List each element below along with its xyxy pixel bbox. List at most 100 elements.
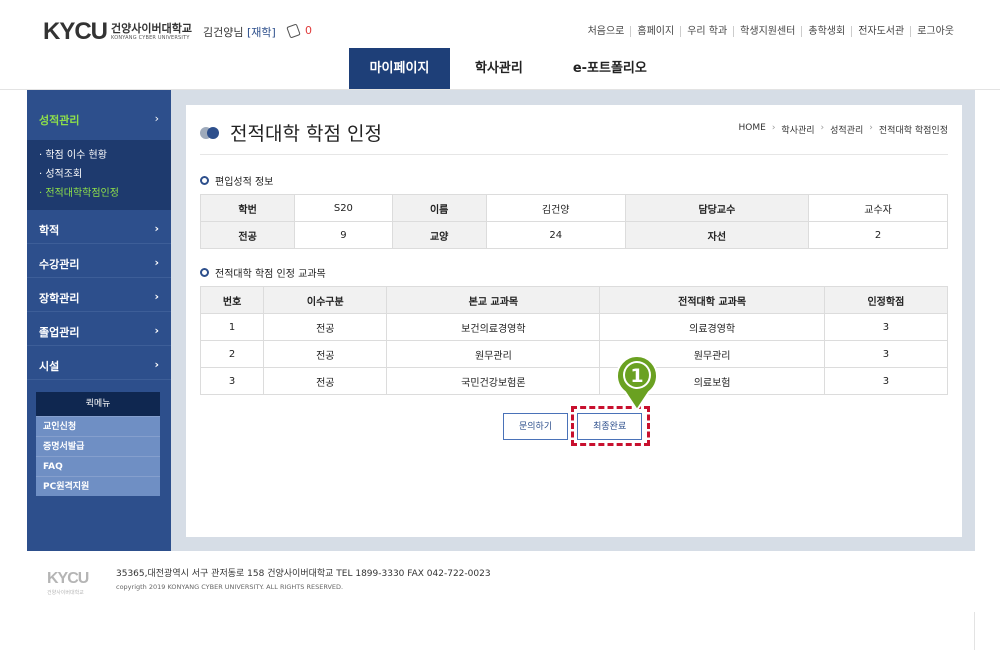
table-header-cell: 자선 xyxy=(624,221,810,249)
table-cell: 김건양 xyxy=(485,194,626,222)
quick-menu-item[interactable]: PC원격지원 xyxy=(36,476,160,496)
bullet-circle-icon xyxy=(200,176,209,185)
chevron-right-icon: › xyxy=(154,256,159,269)
top-link[interactable]: 전자도서관 xyxy=(851,26,910,37)
table-header-cell: 교양 xyxy=(391,221,487,249)
sidebar-item[interactable]: 장학관리 › xyxy=(27,278,171,312)
sidebar-item-label: 시설 xyxy=(39,360,60,373)
section-credit-courses: 전적대학 학점 인정 교과목 xyxy=(200,265,326,280)
sidebar-item-label: 성적관리 xyxy=(39,114,80,127)
bullet-circle-icon xyxy=(200,268,209,277)
sidebar-item[interactable]: 학적 › xyxy=(27,210,171,244)
sidebar-subitem[interactable]: · 학점 이수 현황 xyxy=(27,146,171,165)
quick-menu-item[interactable]: FAQ xyxy=(36,456,160,476)
quick-menu-title: 퀵메뉴 xyxy=(36,392,160,416)
breadcrumb-item[interactable]: HOME xyxy=(739,123,766,136)
table-header-cell: 학번 xyxy=(199,194,296,222)
table-header-cell: 전공 xyxy=(199,221,296,249)
sidebar-item-label: 수강관리 xyxy=(39,258,80,271)
quick-menu: 퀵메뉴 교인신청 증명서발급 FAQ PC원격지원 xyxy=(36,392,160,496)
table-cell: 1 xyxy=(199,313,265,341)
step-number: 1 xyxy=(630,365,643,387)
breadcrumb-item: 전적대학 학점인정 xyxy=(878,126,948,136)
table-cell: 3 xyxy=(199,367,265,395)
footer-copyright: copyrigth 2019 KONYANG CYBER UNIVERSITY.… xyxy=(116,583,344,591)
chevron-right-icon: › xyxy=(154,324,159,337)
footer-info: 35365,대전광역시 서구 관저동로 158 건양사이버대학교 TEL 189… xyxy=(116,568,491,594)
sidebar-sections: 학적 › 수강관리 › 장학관리 › 졸업관리 › 시설 › xyxy=(27,210,171,380)
footer-address: 35365,대전광역시 서구 관저동로 158 건양사이버대학교 TEL 189… xyxy=(116,569,491,579)
breadcrumb-item[interactable]: 성적관리 xyxy=(830,123,863,136)
sidebar-item[interactable]: 시설 › xyxy=(27,346,171,380)
transfer-info-table: 학번 S20 이름 김건양 담당교수 교수자 전공 9 교양 24 자선 2 xyxy=(199,194,948,249)
university-logo[interactable]: KYCU 건양사이버대학교 KONYANG CYBER UNIVERSITY xyxy=(43,18,192,45)
edge-divider xyxy=(974,612,975,650)
section-title: 편입성적 정보 xyxy=(215,177,274,188)
main-nav-tab[interactable]: 마이페이지 xyxy=(349,48,450,90)
top-link[interactable]: 총학생회 xyxy=(801,26,851,37)
table-header-row: 번호 이수구분 본교 교과목 전적대학 교과목 인정학점 xyxy=(199,286,949,314)
user-status: [재학] xyxy=(246,26,276,39)
quick-menu-item[interactable]: 교인신청 xyxy=(36,416,160,436)
table-header-cell: 이름 xyxy=(391,194,487,222)
footer-logo-text: 건양사이버대학교 xyxy=(47,590,84,596)
top-header: KYCU 건양사이버대학교 KONYANG CYBER UNIVERSITY 김… xyxy=(0,0,1000,48)
footer-logo-mark: KYCU xyxy=(47,570,89,587)
table-header-cell: 본교 교과목 xyxy=(386,286,601,314)
top-link[interactable]: 처음으로 xyxy=(582,26,631,37)
sidebar-submenu: · 학점 이수 현황 · 성적조회 · 전적대학학점인정 xyxy=(27,140,171,210)
sidebar-subitem[interactable]: · 성적조회 xyxy=(27,165,171,184)
main-nav-tab[interactable]: e-포트폴리오 xyxy=(548,48,672,90)
chevron-right-icon: › xyxy=(154,358,159,371)
table-cell: 3 xyxy=(823,367,949,395)
user-info: 김건양님 [재학] xyxy=(203,24,276,40)
table-cell: 전공 xyxy=(263,340,388,368)
message-indicator[interactable]: 0 xyxy=(286,22,312,39)
top-link[interactable]: 학생지원센터 xyxy=(733,26,801,37)
user-name: 김건양님 xyxy=(203,26,244,39)
credit-courses-table: 번호 이수구분 본교 교과목 전적대학 교과목 인정학점 1 전공 보건의료경영학 의료경영학… xyxy=(199,286,949,395)
table-cell: 2 xyxy=(199,340,265,368)
main-nav: 마이페이지 학사관리 e-포트폴리오 xyxy=(349,48,672,90)
table-row: 학번 S20 이름 김건양 담당교수 교수자 xyxy=(199,194,948,222)
top-links: 처음으로 홈페이지 우리 학과 학생지원센터 총학생회 전자도서관 로그아웃 xyxy=(582,26,960,37)
sidebar-item-label: 장학관리 xyxy=(39,292,80,305)
table-cell: 24 xyxy=(485,221,626,249)
quick-menu-item[interactable]: 증명서발급 xyxy=(36,436,160,456)
table-header-cell: 인정학점 xyxy=(823,286,949,314)
inquiry-button[interactable]: 문의하기 xyxy=(503,413,569,440)
top-link[interactable]: 로그아웃 xyxy=(910,26,960,37)
top-link[interactable]: 우리 학과 xyxy=(680,26,733,37)
breadcrumb-separator-icon: › xyxy=(771,123,776,133)
message-count: 0 xyxy=(305,24,312,37)
chevron-right-icon: › xyxy=(154,112,159,125)
chevron-right-icon: › xyxy=(154,222,159,235)
sidebar-item-grades[interactable]: 성적관리 › xyxy=(27,90,171,140)
breadcrumb: HOME › 학사관리 › 성적관리 › 전적대학 학점인정 xyxy=(739,123,949,136)
title-dots-icon xyxy=(200,126,220,139)
page-title: 전적대학 학점 인정 xyxy=(230,123,382,145)
table-cell: 원무관리 xyxy=(386,340,601,368)
table-header-cell: 이수구분 xyxy=(263,286,388,314)
top-link[interactable]: 홈페이지 xyxy=(630,26,680,37)
content-panel: 전적대학 학점 인정 HOME › 학사관리 › 성적관리 › 전적대학 학점인정 편입성적… xyxy=(186,105,962,537)
breadcrumb-item[interactable]: 학사관리 xyxy=(781,123,814,136)
table-cell: 9 xyxy=(294,221,393,249)
sidebar-subitem[interactable]: · 전적대학학점인정 xyxy=(27,184,171,203)
table-cell: 보건의료경영학 xyxy=(386,313,601,341)
sidebar-item[interactable]: 수강관리 › xyxy=(27,244,171,278)
message-icon xyxy=(286,22,301,39)
main-nav-tab[interactable]: 학사관리 xyxy=(450,48,548,90)
logo-name-ko: 건양사이버대학교 xyxy=(111,22,192,35)
sidebar-item[interactable]: 졸업관리 › xyxy=(27,312,171,346)
table-row: 1 전공 보건의료경영학 의료경영학 3 xyxy=(199,313,949,341)
logo-mark: KYCU xyxy=(43,18,108,45)
chevron-right-icon: › xyxy=(154,290,159,303)
step-marker-icon: 1 xyxy=(616,355,658,412)
breadcrumb-separator-icon: › xyxy=(869,123,873,133)
sidebar-item-label: 졸업관리 xyxy=(39,326,80,339)
table-cell: 전공 xyxy=(263,313,388,341)
table-cell: S20 xyxy=(294,194,393,222)
table-row: 전공 9 교양 24 자선 2 xyxy=(199,221,948,249)
title-divider xyxy=(200,154,948,155)
